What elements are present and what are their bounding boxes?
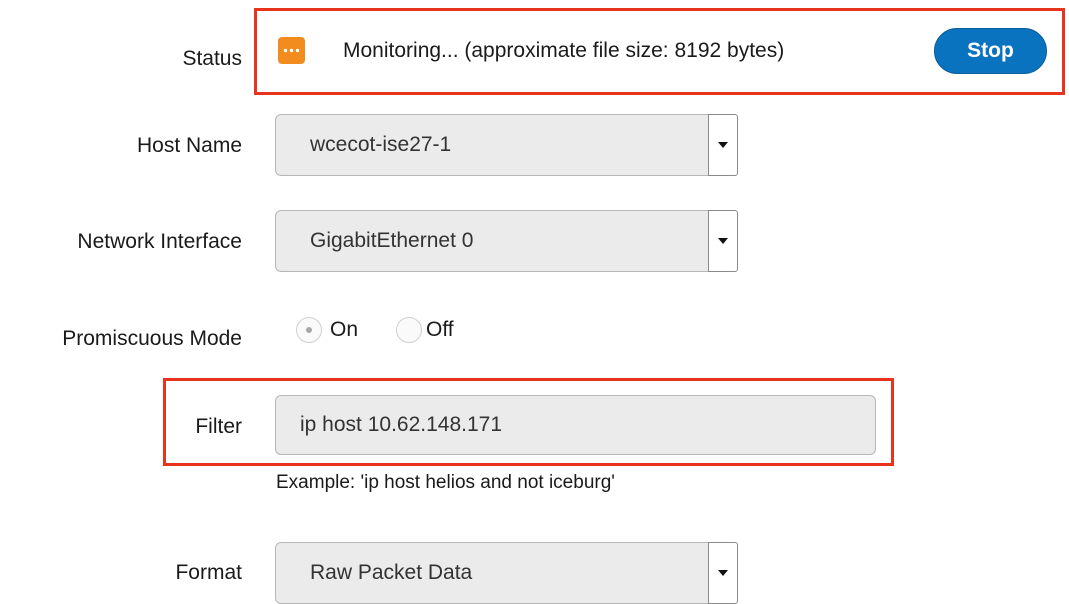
promiscuous-on-label[interactable]: On [330,318,358,342]
host-name-value: wcecot-ise27-1 [310,133,452,156]
chevron-down-icon[interactable] [708,114,738,176]
chevron-down-icon[interactable] [708,210,738,272]
chevron-down-icon[interactable] [708,542,738,604]
host-name-label: Host Name [136,134,242,157]
promiscuous-mode-label: Promiscuous Mode [62,327,242,350]
promiscuous-on-radio[interactable] [296,317,322,343]
filter-label: Filter [195,415,242,438]
host-name-select[interactable]: wcecot-ise27-1 [275,114,738,176]
filter-input[interactable]: ip host 10.62.148.171 [275,395,876,455]
promiscuous-off-radio[interactable] [396,317,422,343]
in-progress-icon [278,37,305,64]
format-select[interactable]: Raw Packet Data [275,542,738,604]
status-label: Status [182,47,242,70]
status-text: Monitoring... (approximate file size: 81… [343,39,785,62]
stop-button[interactable]: Stop [934,28,1047,74]
network-interface-value: GigabitEthernet 0 [310,229,474,252]
format-value: Raw Packet Data [310,561,473,584]
network-interface-label: Network Interface [77,230,242,253]
promiscuous-off-label[interactable]: Off [426,318,454,342]
filter-value: ip host 10.62.148.171 [300,413,503,436]
filter-hint: Example: 'ip host helios and not iceburg… [276,472,615,493]
network-interface-select[interactable]: GigabitEthernet 0 [275,210,738,272]
format-label: Format [175,561,242,584]
